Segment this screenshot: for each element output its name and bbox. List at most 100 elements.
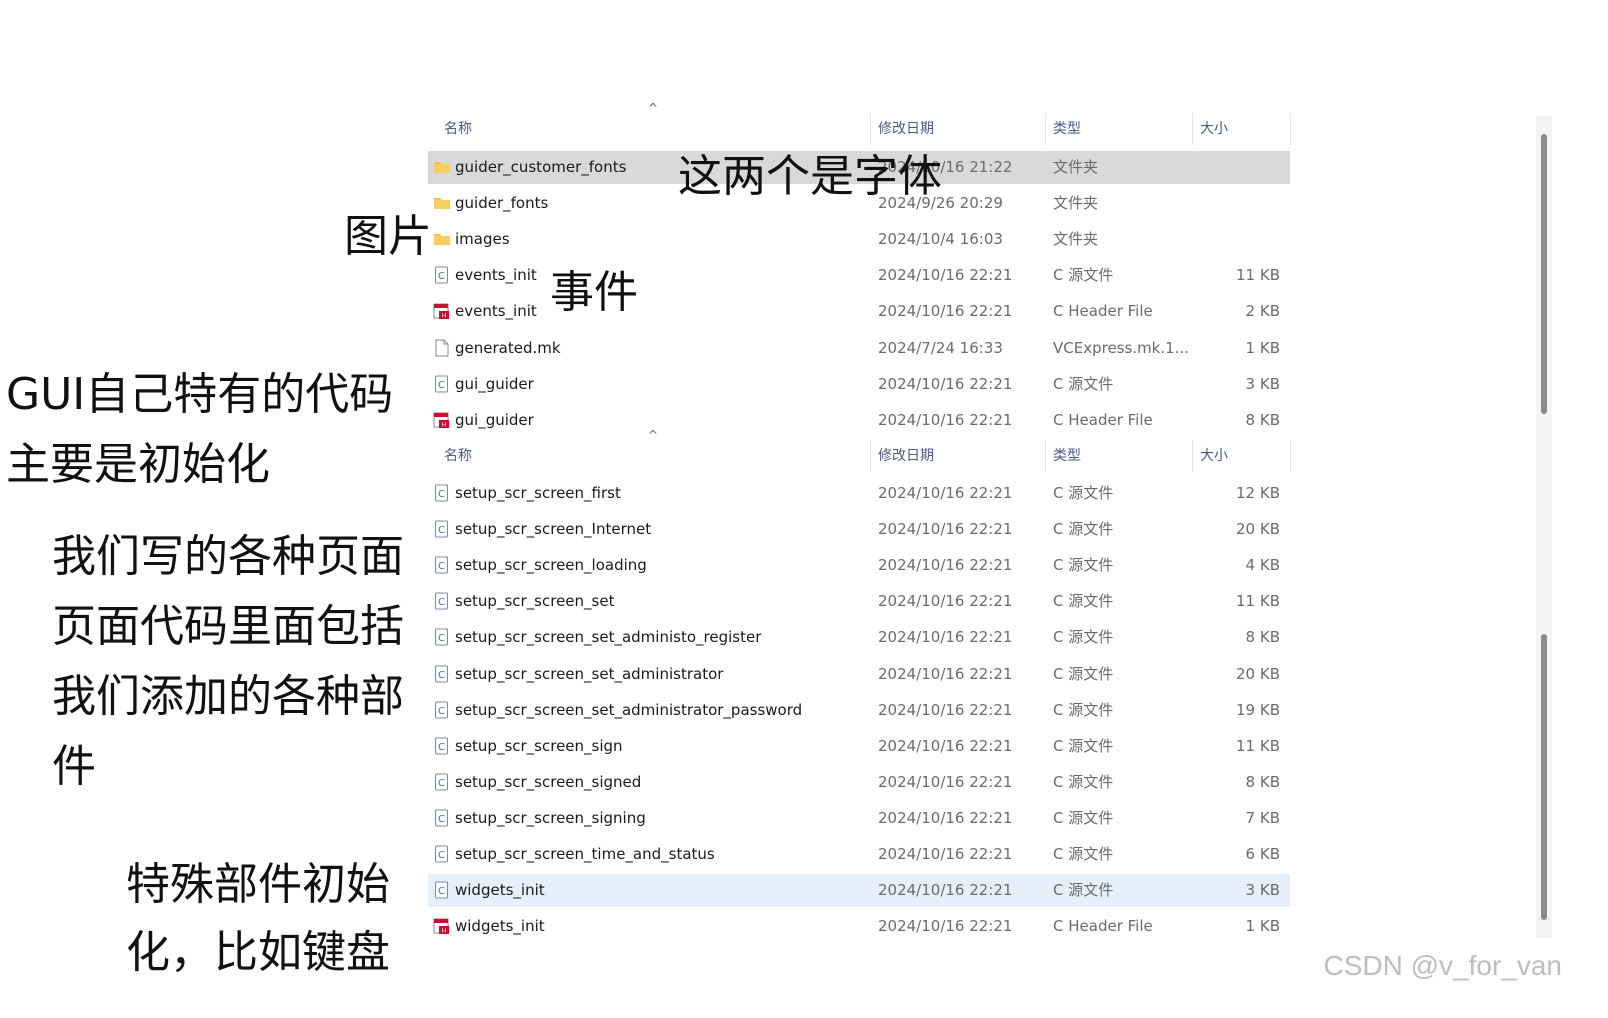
file-name: events_init bbox=[455, 302, 537, 321]
c-source-file-icon: C bbox=[433, 520, 451, 538]
file-type: 文件夹 bbox=[1053, 194, 1099, 213]
annotation-pages-line3: 我们添加的各种部 bbox=[52, 671, 404, 722]
file-type: C 源文件 bbox=[1053, 700, 1114, 719]
svg-text:C: C bbox=[438, 706, 445, 717]
file-type: 文件夹 bbox=[1053, 230, 1099, 249]
column-separator[interactable] bbox=[1045, 440, 1046, 472]
file-type: C 源文件 bbox=[1053, 628, 1114, 647]
col-header-size[interactable]: 大小 bbox=[1200, 438, 1228, 474]
c-source-file-icon: C bbox=[433, 845, 451, 863]
annotation-gui-line2: 主要是初始化 bbox=[6, 439, 270, 490]
file-name: setup_scr_screen_loading bbox=[455, 556, 647, 575]
file-type: C 源文件 bbox=[1053, 736, 1114, 755]
file-modified-date: 2024/10/16 22:21 bbox=[878, 700, 1013, 719]
file-modified-date: 2024/10/16 22:21 bbox=[878, 374, 1013, 393]
annotation-pages-line4: 件 bbox=[52, 741, 96, 792]
col-header-name[interactable]: 名称 bbox=[444, 438, 472, 474]
file-row[interactable]: Csetup_scr_screen_set_administrator 2024/… bbox=[428, 658, 1290, 691]
file-name: events_init bbox=[455, 266, 537, 285]
annotation-pages-line1: 我们写的各种页面 bbox=[52, 531, 404, 582]
file-row[interactable]: Hwidgets_init 2024/10/16 22:21 C Header Fi… bbox=[428, 910, 1290, 943]
file-type: C Header File bbox=[1053, 410, 1153, 429]
file-name: widgets_init bbox=[455, 917, 545, 936]
scrollbar-thumb[interactable] bbox=[1541, 134, 1547, 414]
file-row[interactable]: Hgui_guider 2024/10/16 22:21 C Header File… bbox=[428, 404, 1290, 437]
annotation-gui-line1: GUI自己特有的代码 bbox=[6, 369, 394, 420]
file-row[interactable]: generated.mk 2024/7/24 16:33 VCExpress.mk.… bbox=[428, 332, 1290, 365]
column-separator[interactable] bbox=[1045, 113, 1046, 145]
file-name: setup_scr_screen_signing bbox=[455, 808, 646, 827]
file-row[interactable]: Csetup_scr_screen_loading 2024/10/16 22:2… bbox=[428, 549, 1290, 582]
file-name: setup_scr_screen_signed bbox=[455, 772, 642, 791]
c-source-file-icon: C bbox=[433, 266, 451, 284]
col-header-size[interactable]: 大小 bbox=[1200, 111, 1228, 147]
annotation-widgets-line1: 特殊部件初始 bbox=[126, 859, 390, 910]
file-name: setup_scr_screen_first bbox=[455, 484, 621, 502]
file-row[interactable]: images 2024/10/4 16:03 文件夹 bbox=[428, 223, 1290, 256]
svg-text:C: C bbox=[438, 778, 445, 789]
file-type: VCExpress.mk.1... bbox=[1053, 338, 1189, 357]
file-name: images bbox=[455, 230, 510, 249]
col-header-type[interactable]: 类型 bbox=[1053, 438, 1081, 474]
file-size: 7 KB bbox=[1245, 808, 1280, 827]
file-row[interactable]: Csetup_scr_screen_signing 2024/10/16 22:2… bbox=[428, 802, 1290, 835]
column-separator[interactable] bbox=[1290, 440, 1291, 472]
col-header-name[interactable]: 名称 bbox=[444, 111, 472, 147]
svg-text:C: C bbox=[438, 380, 445, 391]
column-separator[interactable] bbox=[1290, 113, 1291, 145]
file-size: 2 KB bbox=[1245, 302, 1280, 321]
col-header-date[interactable]: 修改日期 bbox=[878, 438, 934, 474]
file-type: C 源文件 bbox=[1053, 845, 1114, 863]
column-separator[interactable] bbox=[1192, 440, 1193, 472]
annotation-images: 图片 bbox=[344, 211, 432, 262]
c-header-file-icon: H bbox=[433, 917, 451, 935]
file-type: C 源文件 bbox=[1053, 374, 1114, 393]
c-source-file-icon: C bbox=[433, 773, 451, 791]
annotation-pages-line2: 页面代码里面包括 bbox=[52, 601, 404, 652]
file-name: generated.mk bbox=[455, 338, 561, 357]
annotation-events: 事件 bbox=[550, 267, 638, 318]
file-row[interactable]: Csetup_scr_screen_set_administrator_pass… bbox=[428, 694, 1290, 727]
file-size: 8 KB bbox=[1245, 410, 1280, 429]
file-row[interactable]: Csetup_scr_screen_sign 2024/10/16 22:21 C … bbox=[428, 730, 1290, 763]
file-row[interactable]: Csetup_scr_screen_time_and_status 2024/10… bbox=[428, 838, 1290, 871]
c-source-file-icon: C bbox=[433, 701, 451, 719]
folder-icon bbox=[433, 158, 451, 176]
file-row[interactable]: Cwidgets_init 2024/10/16 22:21 C 源文件 3 KB bbox=[428, 874, 1290, 908]
file-row[interactable]: Csetup_scr_screen_Internet 2024/10/16 22:… bbox=[428, 513, 1290, 546]
folder-icon bbox=[433, 230, 451, 248]
file-type: C 源文件 bbox=[1053, 592, 1114, 611]
file-modified-date: 2024/10/16 22:21 bbox=[878, 410, 1013, 429]
file-name: guider_customer_fonts bbox=[455, 158, 627, 176]
svg-text:C: C bbox=[438, 489, 445, 500]
file-type: C 源文件 bbox=[1053, 881, 1114, 900]
file-size: 11 KB bbox=[1236, 266, 1280, 285]
scrollbar-thumb[interactable] bbox=[1541, 634, 1547, 920]
file-type: C Header File bbox=[1053, 302, 1153, 321]
file-modified-date: 2024/10/16 22:21 bbox=[878, 302, 1013, 321]
file-type: C 源文件 bbox=[1053, 266, 1114, 285]
file-row[interactable]: Csetup_scr_screen_first 2024/10/16 22:21 C… bbox=[428, 477, 1290, 510]
file-size: 11 KB bbox=[1236, 736, 1280, 755]
column-separator[interactable] bbox=[870, 440, 871, 472]
svg-text:C: C bbox=[438, 597, 445, 608]
annotation-fonts: 这两个是字体 bbox=[678, 151, 942, 202]
col-header-type[interactable]: 类型 bbox=[1053, 111, 1081, 147]
file-modified-date: 2024/10/16 22:21 bbox=[878, 520, 1013, 539]
file-name: gui_guider bbox=[455, 410, 534, 429]
folder-icon bbox=[433, 194, 451, 212]
file-type: C 源文件 bbox=[1053, 772, 1114, 791]
file-modified-date: 2024/10/16 22:21 bbox=[878, 736, 1013, 755]
watermark: CSDN @v_for_van bbox=[1323, 950, 1562, 981]
file-row[interactable]: Csetup_scr_screen_signed 2024/10/16 22:21… bbox=[428, 766, 1290, 799]
file-modified-date: 2024/10/16 22:21 bbox=[878, 628, 1013, 647]
column-separator[interactable] bbox=[1192, 113, 1193, 145]
col-header-date[interactable]: 修改日期 bbox=[878, 111, 934, 147]
file-row[interactable]: Csetup_scr_screen_set_administo_register… bbox=[428, 621, 1290, 654]
file-name: setup_scr_screen_set bbox=[455, 592, 615, 611]
c-header-file-icon: H bbox=[433, 302, 451, 320]
column-separator[interactable] bbox=[870, 113, 871, 145]
file-row[interactable]: Cgui_guider 2024/10/16 22:21 C 源文件 3 KB bbox=[428, 368, 1290, 401]
file-row[interactable]: Csetup_scr_screen_set 2024/10/16 22:21 C 源… bbox=[428, 585, 1290, 618]
column-header-bottom: ^ 名称 修改日期 类型 大小 bbox=[430, 428, 1292, 474]
